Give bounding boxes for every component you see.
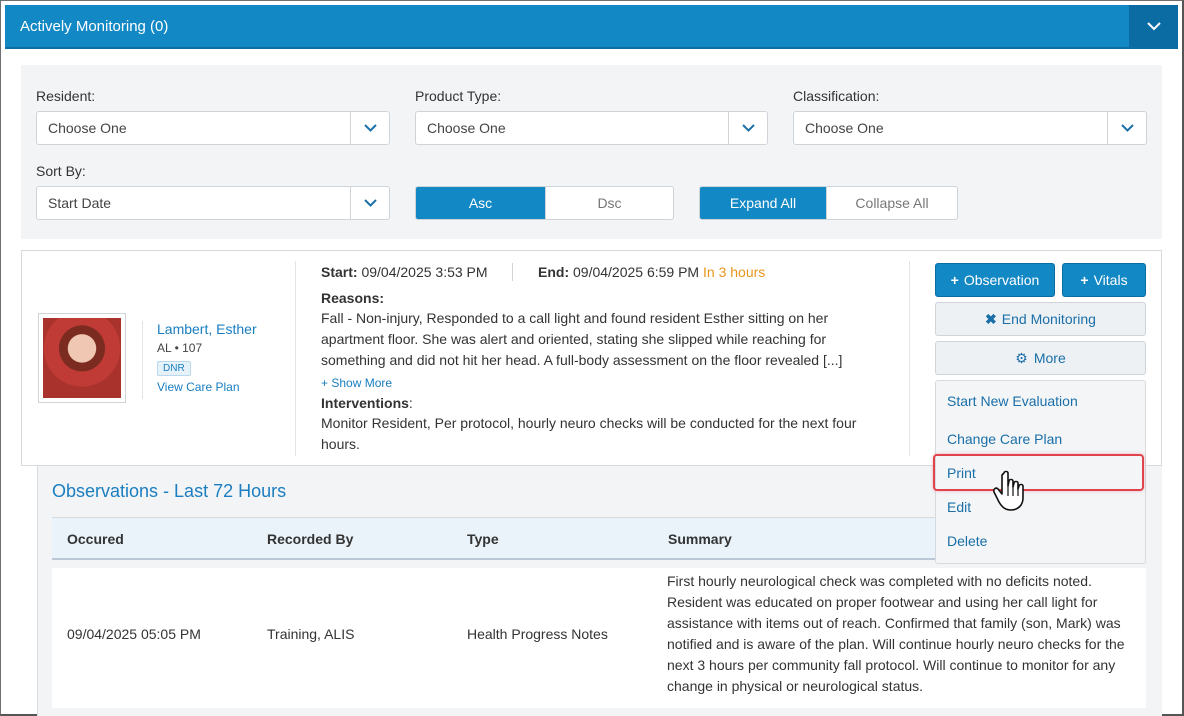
product-type-label: Product Type: <box>415 88 502 104</box>
classification-label: Classification: <box>793 88 880 104</box>
start-info: Start: 09/04/2025 3:53 PM <box>321 264 488 280</box>
gear-icon: ⚙ <box>1015 349 1028 366</box>
start-label: Start: <box>321 264 358 280</box>
resident-select[interactable]: Choose One <box>36 111 390 145</box>
asc-button[interactable]: Asc <box>416 187 545 219</box>
chevron-down-icon <box>350 112 389 144</box>
menu-item-change-care-plan[interactable]: Change Care Plan <box>947 431 1062 447</box>
reasons-text: Fall - Non-injury, Responded to a call l… <box>321 310 843 368</box>
product-type-select[interactable]: Choose One <box>415 111 768 145</box>
resident-select-value: Choose One <box>48 120 127 136</box>
divider <box>142 321 143 399</box>
sort-by-select[interactable]: Start Date <box>36 186 390 220</box>
add-observation-button[interactable]: + Observation <box>935 263 1055 297</box>
chevron-down-icon <box>728 112 767 144</box>
column-type[interactable]: Type <box>467 531 499 547</box>
observation-label: Observation <box>963 272 1040 288</box>
classification-select[interactable]: Choose One <box>793 111 1147 145</box>
sort-by-label: Sort By: <box>36 163 86 179</box>
header-title: Actively Monitoring (0) <box>20 18 169 35</box>
plus-icon: + <box>321 376 332 390</box>
more-label: More <box>1033 350 1066 366</box>
menu-item-start-new-evaluation[interactable]: Start New Evaluation <box>947 393 1078 409</box>
sort-order-toggle: Asc Dsc <box>415 186 674 220</box>
table-row[interactable]: 09/04/2025 05:05 PM Training, ALIS Healt… <box>52 568 1146 708</box>
interventions-text: Monitor Resident, Per protocol, hourly n… <box>321 415 857 452</box>
resident-meta: AL • 107 <box>157 341 203 355</box>
hand-pointer-icon <box>993 470 1024 511</box>
print-highlight-box <box>933 454 1144 491</box>
divider <box>512 263 513 281</box>
divider <box>909 261 910 456</box>
plus-icon: + <box>1080 272 1089 288</box>
cell-occured: 09/04/2025 05:05 PM <box>67 626 201 642</box>
chevron-down-icon <box>350 187 389 219</box>
product-type-select-value: Choose One <box>427 120 506 136</box>
expand-all-button[interactable]: Expand All <box>700 187 826 219</box>
classification-select-value: Choose One <box>805 120 884 136</box>
dnr-badge: DNR <box>157 361 191 376</box>
observations-title: Observations - Last 72 Hours <box>52 481 287 501</box>
interventions-heading: Interventions: <box>321 395 413 411</box>
collapse-toggle-button[interactable] <box>1129 5 1178 47</box>
end-monitoring-label: End Monitoring <box>1001 311 1096 327</box>
divider <box>295 261 296 456</box>
close-icon: ✖ <box>985 310 997 327</box>
resident-level: AL <box>157 341 172 355</box>
end-info: End: 09/04/2025 6:59 PM In 3 hours <box>538 264 765 280</box>
end-label: End: <box>538 264 570 280</box>
plus-icon: + <box>950 272 959 288</box>
resident-room: 107 <box>182 341 203 355</box>
vitals-label: Vitals <box>1093 272 1128 288</box>
reasons-label: Reasons: <box>321 290 385 306</box>
column-summary[interactable]: Summary <box>668 531 732 547</box>
filter-panel: Resident: Choose One Product Type: Choos… <box>21 65 1162 239</box>
cell-recorded-by: Training, ALIS <box>267 626 355 642</box>
start-value: 09/04/2025 3:53 PM <box>361 264 488 280</box>
resident-name-link[interactable]: Lambert, Esther <box>157 321 257 337</box>
column-occured[interactable]: Occured <box>67 531 124 547</box>
end-value: 09/04/2025 6:59 PM <box>573 264 700 280</box>
sort-by-select-value: Start Date <box>48 195 112 211</box>
actively-monitoring-header[interactable]: Actively Monitoring (0) <box>5 5 1178 49</box>
show-more-label: Show More <box>331 376 393 390</box>
cell-summary: First hourly neurological check was comp… <box>667 573 1125 694</box>
dsc-button[interactable]: Dsc <box>545 187 673 219</box>
end-relative: In 3 hours <box>703 264 766 280</box>
show-more-link[interactable]: + Show More <box>321 376 392 390</box>
more-button[interactable]: ⚙ More <box>935 341 1146 375</box>
end-monitoring-button[interactable]: ✖ End Monitoring <box>935 302 1146 336</box>
cell-type: Health Progress Notes <box>467 626 608 642</box>
view-care-plan-link[interactable]: View Care Plan <box>157 380 240 394</box>
interventions-label: Interventions <box>321 395 409 411</box>
chevron-down-icon <box>1146 21 1161 30</box>
add-vitals-button[interactable]: + Vitals <box>1062 263 1146 297</box>
chevron-down-icon <box>1107 112 1146 144</box>
resident-photo <box>38 313 126 403</box>
resident-label: Resident: <box>36 88 96 104</box>
expand-collapse-toggle: Expand All Collapse All <box>699 186 958 220</box>
menu-item-edit[interactable]: Edit <box>947 499 971 515</box>
column-recorded-by[interactable]: Recorded By <box>267 531 353 547</box>
menu-item-delete[interactable]: Delete <box>947 533 987 549</box>
collapse-all-button[interactable]: Collapse All <box>826 187 957 219</box>
